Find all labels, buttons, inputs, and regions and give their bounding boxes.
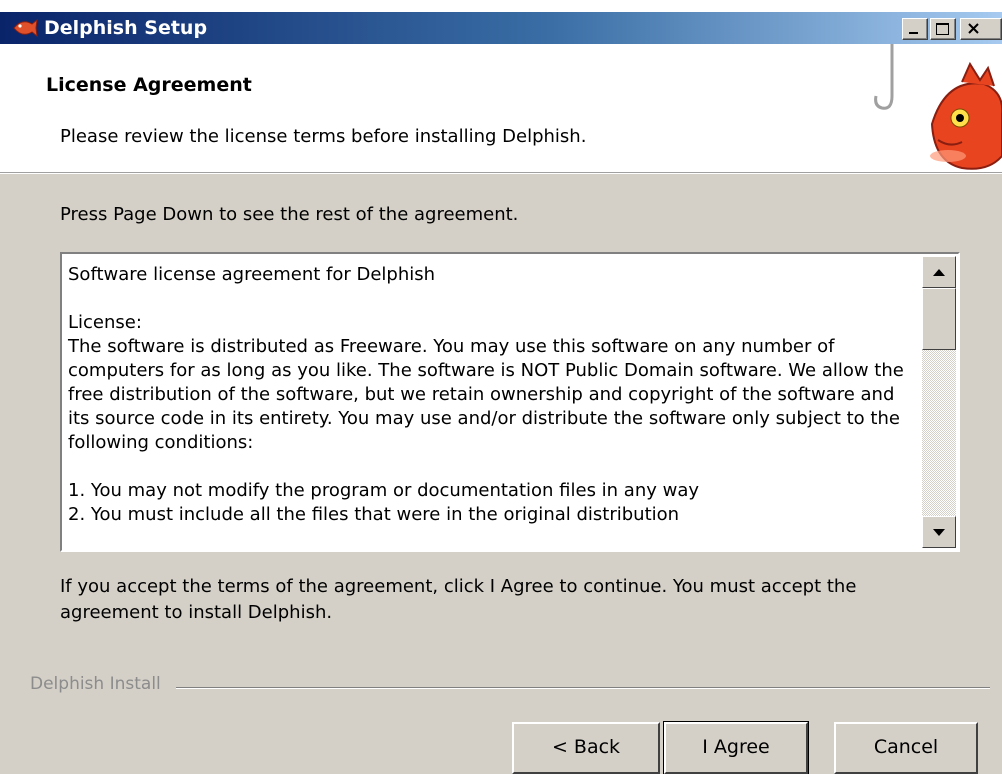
scroll-up-button[interactable] — [922, 256, 956, 288]
header-separator — [0, 173, 1002, 174]
close-icon — [968, 23, 979, 34]
page-title: License Agreement — [46, 74, 252, 96]
scroll-down-button[interactable] — [922, 516, 956, 548]
installer-brand: Delphish Install — [30, 674, 161, 694]
window-title: Delphish Setup — [44, 17, 208, 39]
fish-hook-logo — [874, 44, 1002, 170]
setup-window: Delphish Setup License Agreement Please … — [0, 12, 1002, 774]
instructions-text: Press Page Down to see the rest of the a… — [60, 204, 519, 225]
arrow-up-icon — [933, 269, 945, 276]
scroll-thumb[interactable] — [922, 288, 956, 350]
title-bar[interactable]: Delphish Setup — [0, 12, 1002, 44]
license-text: Software license agreement for Delphish … — [68, 264, 904, 525]
minimize-button[interactable] — [902, 18, 928, 40]
maximize-icon — [936, 23, 949, 35]
footer-divider-highlight — [176, 688, 990, 689]
header-panel: License Agreement Please review the lice… — [0, 44, 1002, 173]
minimize-icon — [909, 32, 918, 34]
maximize-button[interactable] — [930, 18, 956, 40]
arrow-down-icon — [933, 529, 945, 536]
fish-icon — [13, 18, 38, 38]
accept-instructions: If you accept the terms of the agreement… — [60, 576, 857, 623]
license-scrollbar[interactable] — [922, 256, 956, 548]
back-button[interactable]: < Back — [512, 722, 660, 774]
agree-button-label: I Agree — [702, 736, 770, 758]
cancel-button[interactable]: Cancel — [834, 722, 978, 774]
page-subtitle: Please review the license terms before i… — [60, 126, 587, 147]
back-button-label: < Back — [551, 736, 621, 758]
license-textbox[interactable]: Software license agreement for Delphish … — [60, 252, 960, 552]
agree-button[interactable]: I Agree — [663, 721, 809, 774]
cancel-button-label: Cancel — [873, 736, 939, 758]
close-button[interactable] — [960, 18, 1002, 40]
